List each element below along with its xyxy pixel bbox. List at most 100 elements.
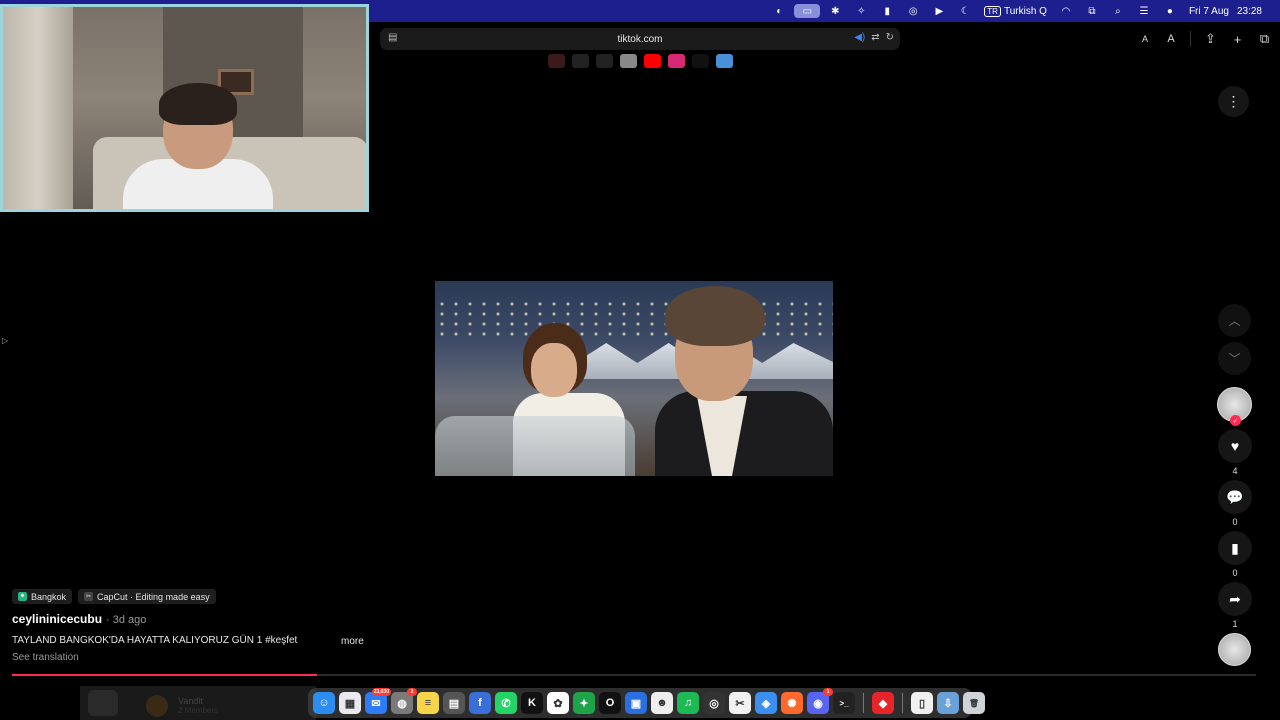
text-smaller-button[interactable]: A	[1132, 30, 1158, 48]
menubar-time[interactable]: 23:28	[1237, 6, 1262, 17]
app-7-glyph: f	[478, 697, 482, 709]
kick-app-icon[interactable]: K	[521, 692, 543, 714]
discord-app-glyph: ◉	[813, 697, 823, 710]
new-tab-icon[interactable]: +	[1224, 30, 1251, 48]
notification-badge: 1	[823, 688, 833, 696]
launchpad-app-icon[interactable]: ▦	[339, 692, 361, 714]
focus-moon-icon[interactable]: ☾	[954, 4, 976, 18]
fav-globe-icon[interactable]	[596, 54, 613, 68]
see-translation-link[interactable]: See translation	[12, 652, 79, 663]
webcam-curtain	[3, 7, 73, 209]
trash-app-glyph: 🗑	[968, 698, 980, 708]
previous-video-button[interactable]: ︿	[1218, 304, 1251, 337]
video-table-cups	[435, 416, 635, 476]
app-22-icon[interactable]: ◆	[872, 692, 894, 714]
siri-icon[interactable]: ●	[1159, 4, 1181, 18]
app-12-icon[interactable]: O	[599, 692, 621, 714]
reload-icon[interactable]: ↻	[886, 32, 894, 43]
document-app-icon[interactable]: ▯	[911, 692, 933, 714]
fav-chatgpt-icon[interactable]	[620, 54, 637, 68]
fav-site-1-icon[interactable]	[548, 54, 565, 68]
now-playing-icon[interactable]: ▶	[928, 4, 950, 18]
calculator-app-glyph: ▤	[448, 697, 460, 710]
downloads-app-icon[interactable]: ⇩	[937, 692, 959, 714]
share-button[interactable]: ➦	[1218, 582, 1252, 616]
more-options-button[interactable]: ⋮	[1218, 86, 1249, 117]
video-progress-fill	[12, 674, 317, 676]
menubar-date[interactable]: Fri 7 Aug	[1189, 6, 1229, 17]
author-name[interactable]: ceylininicecubu	[12, 612, 102, 626]
capcut-app-glyph: ✂	[735, 697, 745, 710]
location-tag[interactable]: ⬥ Bangkok	[12, 589, 73, 604]
follow-check-icon[interactable]: ✓	[1230, 415, 1241, 426]
app-14-glyph: ☻	[656, 697, 668, 709]
url-text[interactable]: tiktok.com	[380, 34, 900, 45]
sidebar-toggle-icon[interactable]: ▷	[2, 336, 8, 345]
calculator-app-icon[interactable]: ▤	[443, 692, 465, 714]
speaker-icon[interactable]: ◀)	[854, 32, 865, 43]
input-source[interactable]: TR Turkish Q	[984, 5, 1047, 17]
dock: ☺ ▦ ✉ 23,030 ◍ 2 ≡ ▤ f ✆ K ✿ ✦ O ▣ ☻ ♫ ◎ ✂ ◈ ✺ ◉ 1 >_ ◆ ▯ ⇩ 🗑	[308, 688, 985, 718]
discord-app-icon[interactable]: ◉ 1	[807, 688, 833, 714]
browser-toolbar-right: A A ⇪ + ⧉	[1132, 30, 1278, 48]
trash-app-icon[interactable]: 🗑	[963, 692, 985, 714]
app-19-icon[interactable]: ✺	[781, 692, 803, 714]
comment-button[interactable]: 💬	[1218, 480, 1252, 514]
heart-icon: ♥	[1230, 438, 1240, 454]
app-7-icon[interactable]: f	[469, 692, 491, 714]
capcut-app-icon[interactable]: ✂	[729, 692, 751, 714]
mail-app-icon[interactable]: ✉ 23,030	[365, 688, 391, 714]
more-vertical-icon: ⋮	[1226, 93, 1241, 109]
bookmark-button[interactable]: ▮	[1218, 531, 1252, 565]
video-progress-bar[interactable]	[12, 674, 1256, 676]
fav-site-8-icon[interactable]	[716, 54, 733, 68]
app-11-icon[interactable]: ✦	[573, 692, 595, 714]
fav-tiktok-icon[interactable]	[692, 54, 709, 68]
favorites-bar	[548, 54, 733, 68]
sound-avatar[interactable]	[1218, 633, 1251, 666]
fav-youtube-icon[interactable]	[644, 54, 661, 68]
tab-overview-icon[interactable]: ⧉	[1251, 30, 1278, 48]
next-video-button[interactable]: ﹀	[1218, 342, 1251, 375]
bluetooth-icon[interactable]: ✧	[850, 4, 872, 18]
input-source-label: Turkish Q	[1003, 5, 1047, 17]
like-button[interactable]: ♥	[1218, 429, 1252, 463]
safari-app-glyph: ◈	[761, 697, 771, 710]
address-bar[interactable]: ▤ tiktok.com ◀) ⇄ ↻	[380, 28, 900, 50]
address-bar-tools: ◀) ⇄ ↻	[854, 32, 894, 43]
battery-icon[interactable]: ▮	[876, 4, 898, 18]
stage-manager-icon[interactable]: ▭	[794, 4, 821, 18]
caption-more-link[interactable]: more	[341, 636, 364, 647]
airdrop-icon[interactable]: ◎	[902, 4, 924, 18]
control-center-icon[interactable]: ☰	[1133, 4, 1155, 18]
spotify-app-icon[interactable]: ♫	[677, 692, 699, 714]
app-4-icon[interactable]: ◍ 2	[391, 688, 417, 714]
photos-app-icon[interactable]: ✿	[547, 692, 569, 714]
app-status-icon[interactable]: ✱	[824, 4, 846, 18]
spotlight-search-icon[interactable]: ⌕	[1107, 4, 1129, 18]
safari-app-icon[interactable]: ◈	[755, 692, 777, 714]
fav-site-2-icon[interactable]	[572, 54, 589, 68]
cast-icon[interactable]: ⧉	[1081, 4, 1103, 18]
webcam-overlay	[0, 4, 369, 212]
app-16-icon[interactable]: ◎	[703, 692, 725, 714]
text-larger-button[interactable]: A	[1158, 30, 1184, 48]
video-person-left-face	[531, 343, 577, 397]
app-13-icon[interactable]: ▣	[625, 692, 647, 714]
webcam-person-hair	[159, 83, 237, 125]
whatsapp-app-icon[interactable]: ✆	[495, 692, 517, 714]
toolbar-divider	[1190, 31, 1191, 47]
wifi-icon[interactable]: ◠	[1055, 4, 1077, 18]
comment-icon: 💬	[1226, 488, 1244, 505]
video-player[interactable]	[435, 281, 833, 476]
translate-icon[interactable]: ⇄	[871, 32, 879, 43]
screen-share-icon[interactable]: ◐	[768, 4, 790, 18]
fav-instagram-icon[interactable]	[668, 54, 685, 68]
finder-app-icon[interactable]: ☺	[313, 692, 335, 714]
share-icon[interactable]: ⇪	[1197, 30, 1224, 48]
app-14-icon[interactable]: ☻	[651, 692, 673, 714]
terminal-app-icon[interactable]: >_	[833, 692, 855, 714]
notes-app-icon[interactable]: ≡	[417, 692, 439, 714]
capcut-tag[interactable]: ✂ CapCut · Editing made easy	[78, 589, 216, 604]
background-group-avatar	[146, 695, 168, 717]
